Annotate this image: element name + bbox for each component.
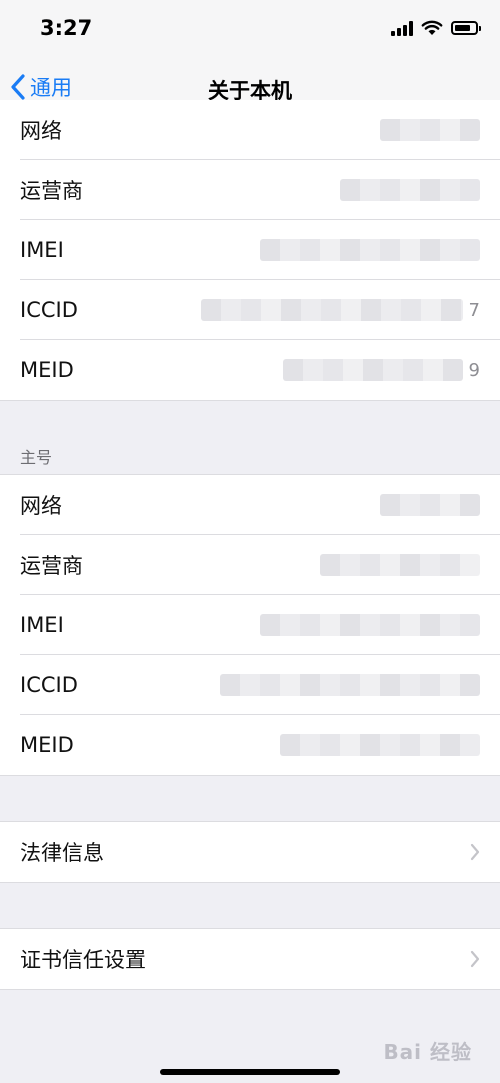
list-item: IMEI [0, 595, 500, 655]
sim-info-group-primary: 网络 运营商 IMEI ICCID MEID [0, 474, 500, 776]
list-item: 网络 [0, 100, 500, 160]
row-label-carrier: 运营商 [20, 179, 83, 203]
legal-info-label: 法律信息 [20, 841, 104, 865]
section-header-primary: 主号 [20, 448, 53, 467]
row-label-meid: MEID [20, 733, 74, 757]
row-label-network: 网络 [20, 494, 62, 518]
home-indicator[interactable] [160, 1069, 340, 1075]
row-label-meid: MEID [20, 358, 74, 382]
status-icons [391, 20, 481, 36]
legal-info-row[interactable]: 法律信息 [0, 822, 500, 882]
row-label-imei: IMEI [20, 613, 64, 637]
list-item: ICCID 7 [0, 280, 500, 340]
list-item: 运营商 [0, 535, 500, 595]
certificate-trust-row[interactable]: 证书信任设置 [0, 929, 500, 989]
sim-info-group-secondary: 网络 运营商 IMEI ICCID 7 MEID 9 [0, 100, 500, 401]
row-value-imei [260, 239, 480, 261]
row-value-network [380, 119, 480, 141]
list-item: IMEI [0, 220, 500, 280]
row-value-network [380, 494, 480, 516]
list-item: MEID [0, 715, 500, 775]
row-value-carrier [320, 554, 480, 576]
row-value-carrier [340, 179, 480, 201]
meid-visible-digit: 9 [468, 359, 480, 381]
list-item: 运营商 [0, 160, 500, 220]
wifi-icon [421, 20, 443, 35]
row-label-imei: IMEI [20, 238, 64, 262]
legal-group: 法律信息 [0, 821, 500, 883]
row-value-iccid [220, 674, 480, 696]
watermark: Bai 经验 [383, 1040, 472, 1064]
status-time: 3:27 [40, 16, 93, 40]
battery-icon [451, 21, 481, 35]
row-value-meid [280, 734, 480, 756]
row-value-imei [260, 614, 480, 636]
list-item: MEID 9 [0, 340, 500, 400]
certificate-group: 证书信任设置 [0, 928, 500, 990]
status-bar: 3:27 [0, 0, 500, 62]
certificate-trust-label: 证书信任设置 [20, 948, 146, 972]
row-value-meid: 9 [282, 359, 480, 381]
chevron-right-icon [470, 950, 480, 968]
row-label-iccid: ICCID [20, 673, 78, 697]
list-item: ICCID [0, 655, 500, 715]
iccid-visible-digit: 7 [468, 299, 480, 321]
row-label-carrier: 运营商 [20, 554, 83, 578]
list-item: 网络 [0, 475, 500, 535]
cellular-signal-icon [391, 20, 413, 36]
row-label-iccid: ICCID [20, 298, 78, 322]
row-label-network: 网络 [20, 119, 62, 143]
row-value-iccid: 7 [200, 299, 480, 321]
chevron-right-icon [470, 843, 480, 861]
